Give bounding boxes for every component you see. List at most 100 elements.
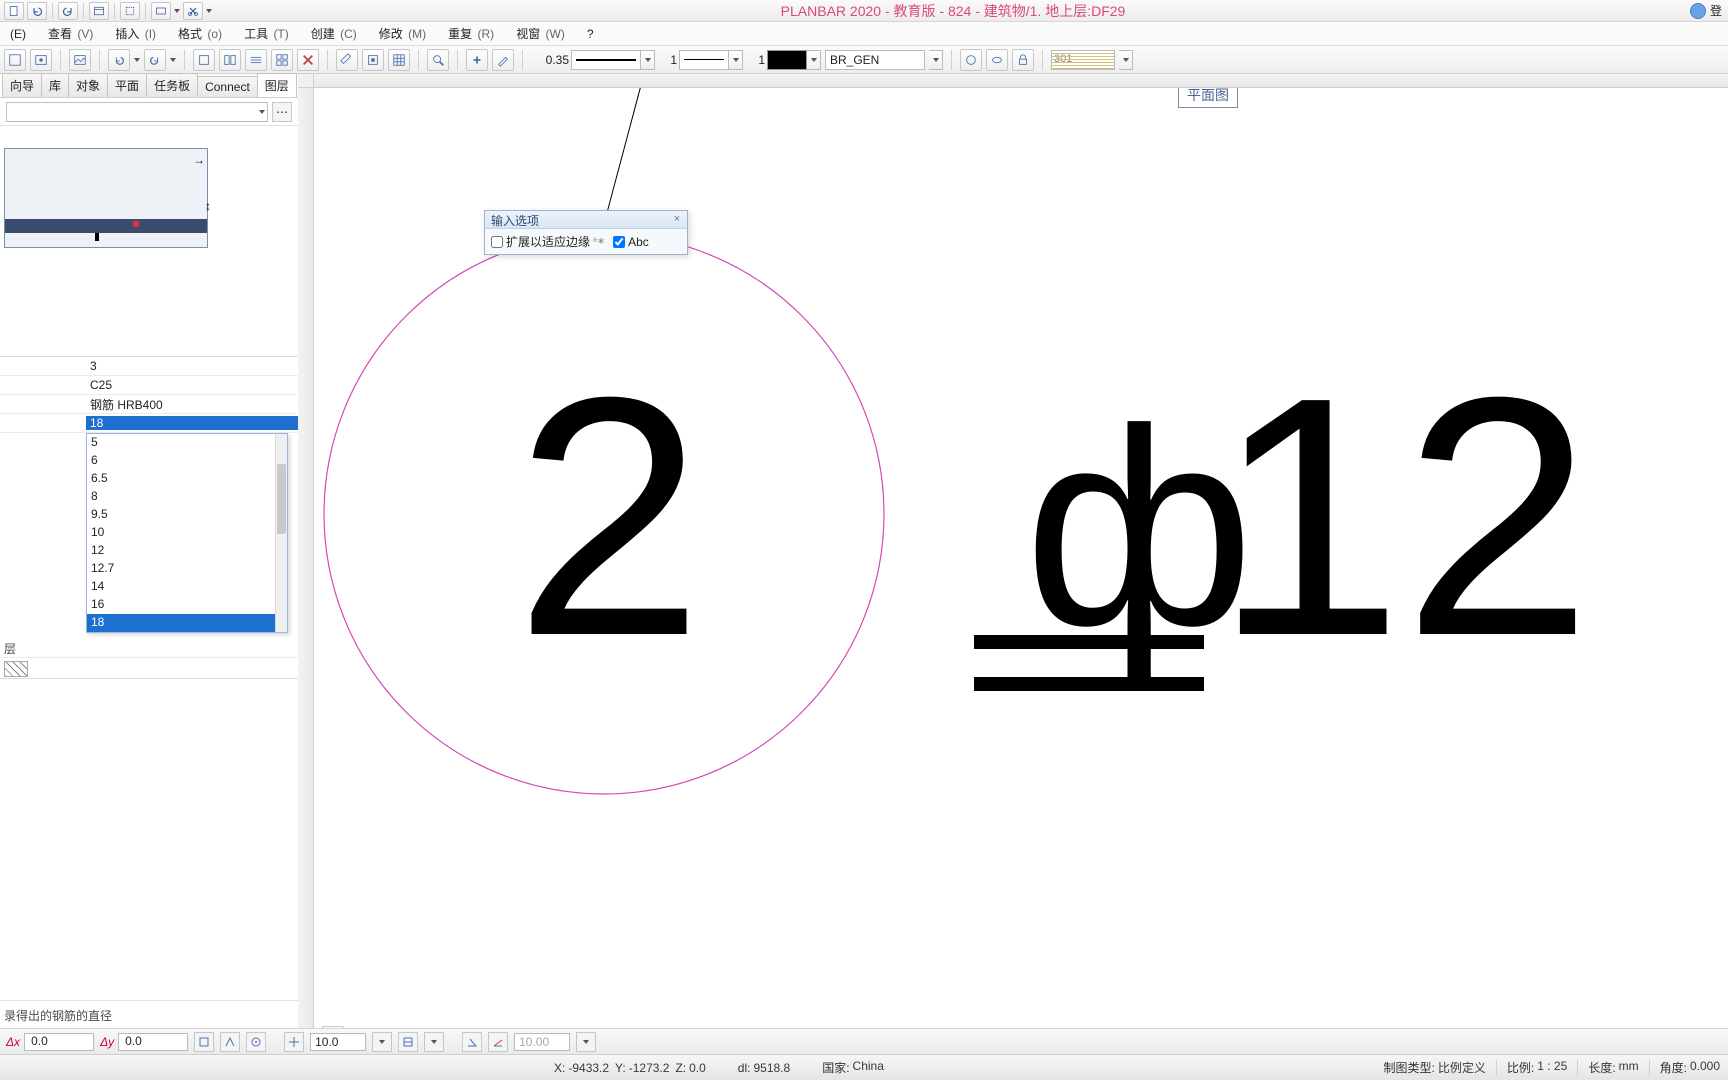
layout1-icon[interactable] — [193, 49, 215, 71]
close-icon[interactable]: × — [671, 213, 683, 225]
user-avatar-icon[interactable] — [1690, 3, 1706, 19]
length-dd-icon[interactable] — [372, 1032, 392, 1052]
menu-item-insert[interactable]: 插入 (I) — [111, 23, 160, 44]
prop-value-diameter[interactable]: 18 — [86, 416, 298, 430]
angle1-icon[interactable] — [462, 1032, 482, 1052]
input-options-box[interactable]: 输入选项 × 扩展以适应边缘 ᵃ∗ Abc — [484, 210, 688, 255]
match-icon[interactable] — [466, 49, 488, 71]
diameter-option[interactable]: 14 — [87, 578, 287, 596]
prop-value-1[interactable]: 3 — [86, 359, 298, 373]
grid-icon[interactable] — [388, 49, 410, 71]
tab-plan[interactable]: 平面 — [107, 73, 147, 97]
tab-task[interactable]: 任务板 — [146, 73, 198, 97]
diameter-option[interactable]: 6.5 — [87, 470, 287, 488]
menu-item-e[interactable]: (E) — [6, 25, 30, 43]
extend-edge-checkbox[interactable]: 扩展以适应边缘 ᵃ∗ — [491, 233, 605, 250]
menu-item-view[interactable]: 查看 (V) — [44, 23, 97, 44]
diameter-option-selected[interactable]: 18 — [87, 614, 287, 632]
lock-icon[interactable] — [1012, 49, 1034, 71]
status-scale[interactable]: 比例:1 : 25 — [1507, 1059, 1567, 1076]
panel-more-button[interactable]: ⋯ — [272, 102, 292, 122]
paint-icon[interactable] — [336, 49, 358, 71]
undo2-icon[interactable] — [108, 49, 130, 71]
redo2-icon[interactable] — [144, 49, 166, 71]
tb-icon-1[interactable] — [4, 49, 26, 71]
layer-combo[interactable]: BR_GEN — [825, 50, 925, 70]
redo-icon[interactable] — [58, 2, 78, 20]
menu-item-window[interactable]: 视窗 (W) — [512, 23, 569, 44]
view-icon[interactable] — [151, 2, 171, 20]
layout2-icon[interactable] — [219, 49, 241, 71]
linecolor-combo[interactable]: 1 — [747, 50, 821, 70]
diameter-option[interactable]: 5 — [87, 434, 287, 452]
hatch-dropdown-icon[interactable] — [1119, 50, 1133, 70]
tab-connect[interactable]: Connect — [197, 76, 258, 97]
status-angle[interactable]: 角度:0.000 — [1660, 1059, 1720, 1076]
diameter-option[interactable]: 12 — [87, 542, 287, 560]
diameter-option[interactable]: 16 — [87, 596, 287, 614]
angle-dd-icon[interactable] — [576, 1032, 596, 1052]
diameter-option[interactable]: 9.5 — [87, 506, 287, 524]
cut-icon[interactable] — [183, 2, 203, 20]
prop-hatch-row[interactable] — [0, 658, 298, 679]
qat-dropdown2-icon[interactable] — [206, 9, 212, 13]
selection-icon[interactable] — [120, 2, 140, 20]
abc-checkbox[interactable]: Abc — [613, 235, 649, 249]
length-input[interactable]: 10.0 — [310, 1033, 366, 1051]
angle2-icon[interactable] — [488, 1032, 508, 1052]
prop-value-steel[interactable]: 钢筋 HRB400 — [86, 396, 298, 413]
tab-library[interactable]: 库 — [41, 73, 69, 97]
lineweight-combo[interactable]: 0.35 — [531, 50, 655, 70]
erase-icon[interactable] — [297, 49, 319, 71]
snap2-icon[interactable] — [220, 1032, 240, 1052]
dx-input[interactable]: 0.0 — [24, 1033, 94, 1051]
edit-icon[interactable] — [492, 49, 514, 71]
prop-value-2[interactable]: C25 — [86, 378, 298, 392]
tab-wizard[interactable]: 向导 — [2, 73, 42, 97]
diameter-option[interactable]: 10 — [87, 524, 287, 542]
tb-icon-image[interactable] — [69, 49, 91, 71]
diameter-option[interactable]: 6 — [87, 452, 287, 470]
layout4-icon[interactable] — [271, 49, 293, 71]
hatch-sample[interactable]: 301 — [1051, 50, 1115, 70]
angle-input[interactable]: 10.00 — [514, 1033, 570, 1051]
status-length-unit[interactable]: 长度:mm — [1588, 1059, 1638, 1076]
diameter-dropdown[interactable]: 5 6 6.5 8 9.5 10 12 12.7 14 16 18 — [86, 433, 288, 633]
menu-item-tools[interactable]: 工具 (T) — [240, 23, 293, 44]
tab-object[interactable]: 对象 — [68, 73, 108, 97]
dropdown-scrollbar[interactable] — [275, 434, 287, 632]
snap3-icon[interactable] — [246, 1032, 266, 1052]
tab-layer[interactable]: 图层 — [257, 73, 297, 97]
hatch-toggle1-icon[interactable] — [960, 49, 982, 71]
tb-icon-2[interactable] — [30, 49, 52, 71]
room-icon[interactable] — [362, 49, 384, 71]
abc-cb-input[interactable] — [613, 236, 625, 248]
undo-icon[interactable] — [27, 2, 47, 20]
redo2-dropdown-icon[interactable] — [170, 58, 176, 62]
drawing-canvas[interactable]: 平面图 2 ф 12 输入选项 × 扩展 — [314, 74, 1728, 1054]
new-icon[interactable] — [4, 2, 24, 20]
status-plottype[interactable]: 制图类型:比例定义 — [1384, 1059, 1486, 1076]
menu-item-repeat[interactable]: 重复 (R) — [444, 23, 498, 44]
diameter-option[interactable]: 8 — [87, 488, 287, 506]
dy-input[interactable]: 0.0 — [118, 1033, 188, 1051]
undo2-dropdown-icon[interactable] — [134, 58, 140, 62]
mode1-dd-icon[interactable] — [424, 1032, 444, 1052]
snap4-icon[interactable] — [284, 1032, 304, 1052]
diameter-option[interactable]: 12.7 — [87, 560, 287, 578]
menu-item-create[interactable]: 创建 (C) — [307, 23, 361, 44]
hatch-toggle2-icon[interactable] — [986, 49, 1008, 71]
panel-selector[interactable] — [6, 102, 268, 122]
menu-item-help[interactable]: ? — [583, 25, 598, 43]
input-options-title[interactable]: 输入选项 × — [485, 211, 687, 229]
snap1-icon[interactable] — [194, 1032, 214, 1052]
linetype1-combo[interactable]: 1 — [659, 50, 743, 70]
mode1-icon[interactable] — [398, 1032, 418, 1052]
extend-edge-cb-input[interactable] — [491, 236, 503, 248]
window-icon[interactable] — [89, 2, 109, 20]
layout3-icon[interactable] — [245, 49, 267, 71]
menu-item-modify[interactable]: 修改 (M) — [375, 23, 430, 44]
zoom-icon[interactable] — [427, 49, 449, 71]
qat-dropdown-icon[interactable] — [174, 9, 180, 13]
layer-dropdown-icon[interactable] — [929, 50, 943, 70]
